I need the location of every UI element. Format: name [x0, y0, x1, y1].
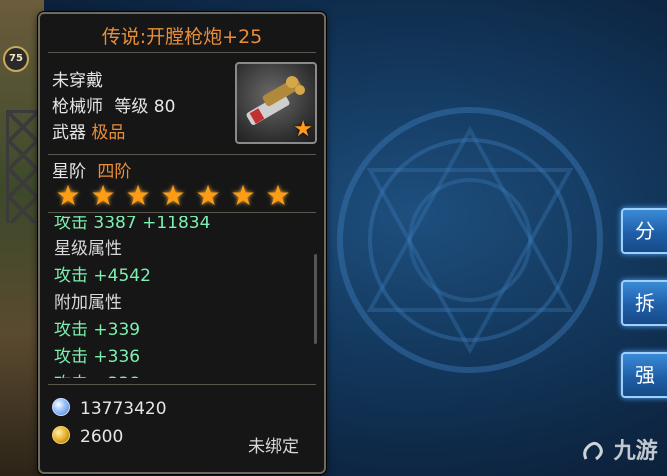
- star-icon: ★: [230, 179, 256, 212]
- item-tooltip-panel: 传说:开膛枪炮+25 未穿戴 枪械师 等级 80 武器 极品 ★ 星阶 四阶 ★…: [38, 12, 326, 474]
- divider: [48, 154, 316, 155]
- class-level-line: 枪械师 等级 80: [52, 92, 175, 117]
- diamond-icon: [52, 398, 70, 416]
- equip-status: 未穿戴: [52, 71, 103, 91]
- divider: [48, 384, 316, 385]
- gold-price: 2600: [80, 427, 124, 447]
- side-button-1[interactable]: 分: [621, 208, 667, 254]
- item-title: 传说:开膛枪炮+25: [101, 26, 263, 48]
- side-button-2[interactable]: 拆: [621, 280, 667, 326]
- diamond-price: 13773420: [80, 399, 167, 419]
- star-icon: ★: [160, 179, 186, 212]
- star-icon: ★: [90, 179, 116, 212]
- class-label: 枪械师: [52, 97, 103, 117]
- watermark-text: 九游: [613, 439, 658, 464]
- star-icon: ★: [55, 179, 81, 212]
- extra-attr-header: 附加属性: [54, 293, 122, 313]
- level-label: 等级 80: [114, 97, 176, 117]
- star-icon: ★: [125, 179, 151, 212]
- gold-coin-icon: [52, 426, 70, 444]
- divider: [48, 52, 316, 53]
- star-icon: ★: [265, 179, 291, 212]
- type-label: 武器: [52, 123, 86, 143]
- divider: [48, 212, 316, 213]
- stats-scroll-area[interactable]: 攻击 3387 +11834 星级属性 攻击 +4542 附加属性 攻击 +33…: [50, 216, 312, 378]
- type-grade-line: 武器 极品: [52, 118, 125, 143]
- extra-attack-2: 攻击 +336: [54, 347, 141, 367]
- magic-circle-emblem: [337, 107, 603, 373]
- side-button-3[interactable]: 强: [621, 352, 667, 398]
- star-badge-icon: ★: [293, 117, 313, 142]
- extra-attack-3: 攻击 +338: [54, 369, 140, 378]
- star-icon: ★: [195, 179, 221, 212]
- gold-price-row: 2600: [52, 426, 123, 447]
- stats-scrollbar[interactable]: [314, 254, 317, 344]
- watermark: 九游: [580, 433, 658, 469]
- star-attr-header: 星级属性: [54, 239, 122, 259]
- item-icon-slot[interactable]: ★: [235, 62, 317, 144]
- star-rating: ★ ★ ★ ★ ★ ★ ★: [52, 181, 297, 213]
- level-badge: 75: [3, 46, 29, 72]
- extra-attack-1: 攻击 +339: [54, 320, 141, 340]
- bind-status: 未绑定: [248, 437, 299, 457]
- star-attack: 攻击 +4542: [54, 266, 151, 286]
- scaffold-tower: [6, 110, 40, 223]
- diamond-price-row: 13773420: [52, 398, 167, 419]
- grade-label: 极品: [91, 123, 126, 143]
- stat-partial-top: 攻击 3387 +11834: [54, 216, 211, 233]
- watermark-logo-icon: [583, 441, 603, 461]
